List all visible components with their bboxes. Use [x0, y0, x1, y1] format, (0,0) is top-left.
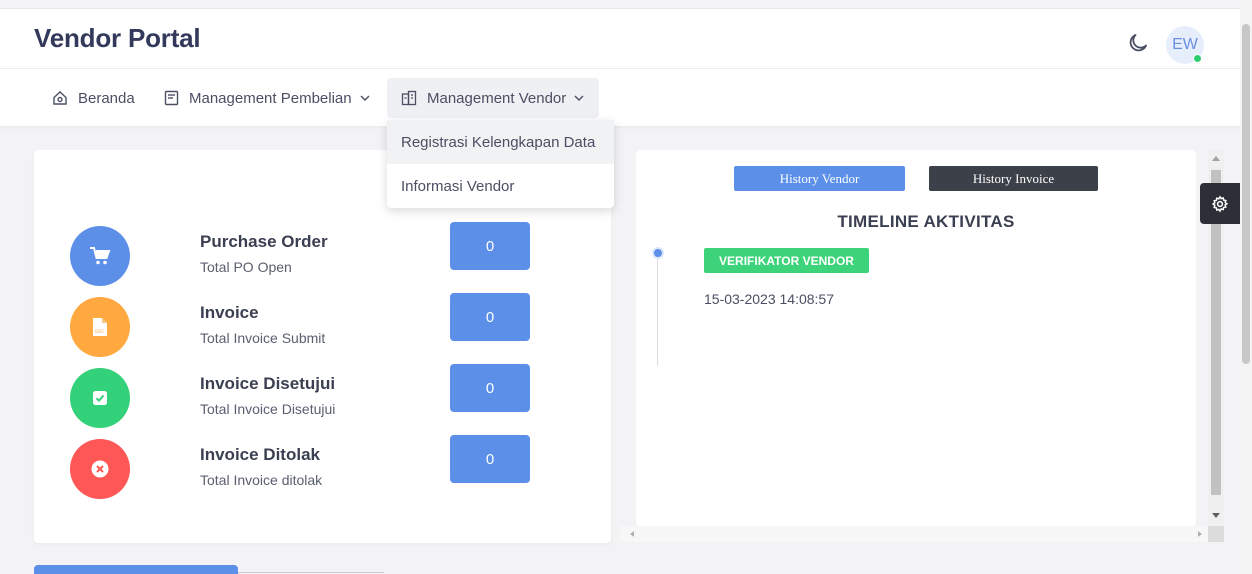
scroll-right-arrow[interactable] [1198, 531, 1202, 537]
stat-subtitle: Total Invoice Disetujui [200, 401, 336, 417]
scroll-down-arrow[interactable] [1212, 513, 1220, 518]
stat-purchase-order: Purchase Order Total PO Open 0 [70, 222, 590, 286]
stat-title: Invoice Disetujui [200, 374, 336, 393]
settings-button[interactable] [1200, 183, 1240, 224]
timeline-horizontal-scrollbar[interactable] [620, 526, 1210, 542]
timeline-card: History Vendor History Invoice TIMELINE … [636, 150, 1196, 526]
home-icon [53, 91, 67, 105]
chevron-down-icon [574, 95, 584, 101]
stat-value-button[interactable]: 0 [450, 222, 530, 270]
top-bar: Vendor Portal EW [0, 8, 1240, 68]
stat-subtitle: Total PO Open [200, 259, 292, 275]
timeline-badge: VERIFIKATOR VENDOR [704, 248, 869, 273]
bottom-button-partial[interactable] [34, 565, 238, 574]
history-invoice-button[interactable]: History Invoice [929, 166, 1098, 191]
stat-title: Purchase Order [200, 232, 328, 251]
timeline-line [657, 254, 658, 366]
stat-value-button[interactable]: 0 [450, 364, 530, 412]
stats-card: Purchase Order Total PO Open 0 DOC Invoi… [34, 150, 611, 543]
stat-subtitle: Total Invoice Submit [200, 330, 326, 346]
document-icon [164, 90, 179, 106]
nav-label: Management Pembelian [189, 89, 352, 107]
stat-subtitle: Total Invoice ditolak [200, 472, 323, 488]
page-scroll-thumb[interactable] [1242, 24, 1250, 364]
avatar-initials: EW [1172, 36, 1198, 53]
timeline-timestamp: 15-03-2023 14:08:57 [704, 291, 834, 307]
dropdown-item-registrasi[interactable]: Registrasi Kelengkapan Data [387, 120, 614, 164]
stat-value-button[interactable]: 0 [450, 435, 530, 483]
document-icon: DOC [70, 297, 130, 357]
main-nav: Beranda Management Pembelian Management … [0, 68, 1240, 126]
scrollbar-corner [1208, 526, 1224, 542]
stat-title: Invoice Ditolak [200, 445, 320, 464]
nav-label: Management Vendor [427, 89, 567, 107]
history-vendor-button[interactable]: History Vendor [734, 166, 905, 191]
timeline-title: TIMELINE AKTIVITAS [837, 212, 1015, 231]
page-scrollbar[interactable] [1240, 0, 1252, 574]
dark-mode-toggle-icon[interactable] [1126, 31, 1150, 55]
x-circle-icon [70, 439, 130, 499]
timeline-dot [652, 247, 664, 259]
dropdown-item-informasi-vendor[interactable]: Informasi Vendor [387, 164, 614, 208]
stat-invoice-ditolak: Invoice Ditolak Total Invoice ditolak 0 [70, 435, 590, 499]
svg-text:DOC: DOC [95, 329, 104, 334]
chevron-down-icon [360, 95, 370, 101]
scroll-left-arrow[interactable] [630, 531, 634, 537]
avatar[interactable]: EW [1166, 26, 1204, 64]
gear-icon [1211, 195, 1229, 213]
nav-item-management-pembelian[interactable]: Management Pembelian [150, 78, 384, 118]
nav-item-management-vendor[interactable]: Management Vendor [387, 78, 599, 118]
nav-label: Beranda [78, 89, 135, 107]
stat-title: Invoice [200, 303, 259, 322]
stat-invoice-disetujui: Invoice Disetujui Total Invoice Disetuju… [70, 364, 590, 428]
building-icon [401, 90, 417, 106]
bottom-divider [238, 572, 384, 573]
management-vendor-dropdown: Registrasi Kelengkapan Data Informasi Ve… [387, 120, 614, 208]
stat-value-button[interactable]: 0 [450, 293, 530, 341]
online-status-dot [1193, 54, 1202, 63]
nav-item-beranda[interactable]: Beranda [38, 78, 149, 118]
app-title[interactable]: Vendor Portal [34, 23, 201, 54]
check-icon [70, 368, 130, 428]
cart-icon [70, 226, 130, 286]
scroll-up-arrow[interactable] [1212, 156, 1220, 161]
stat-invoice: DOC Invoice Total Invoice Submit 0 [70, 293, 590, 357]
